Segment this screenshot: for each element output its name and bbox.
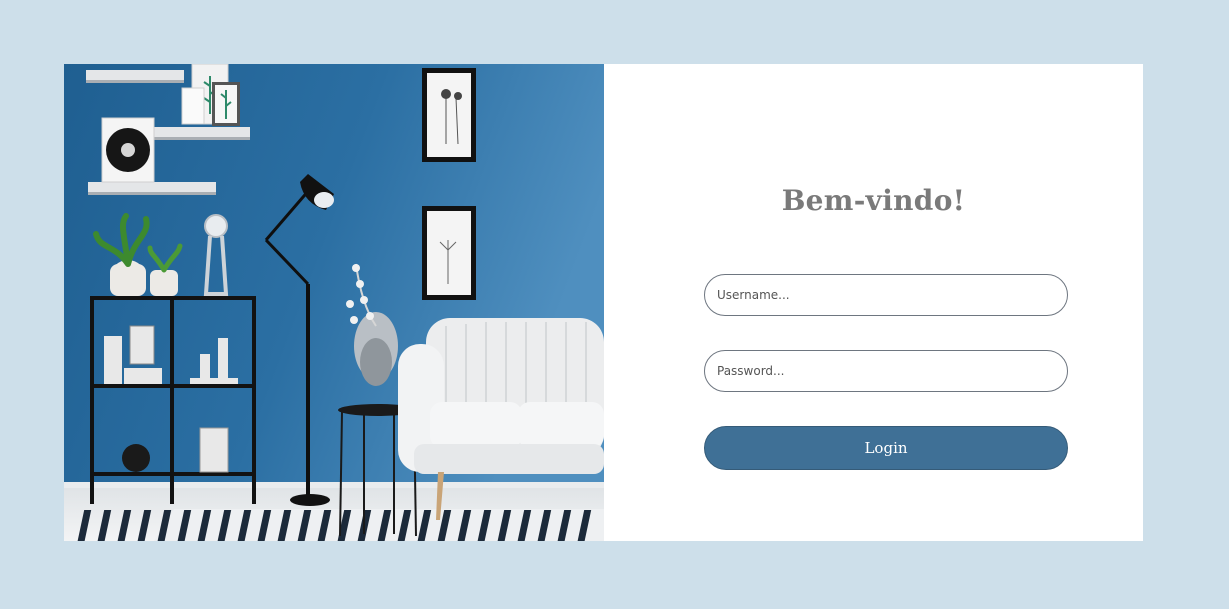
living-room-photo — [64, 64, 604, 541]
login-button[interactable]: Login — [704, 426, 1068, 470]
login-form-panel: Bem-vindo! Login — [604, 64, 1143, 541]
welcome-heading: Bem-vindo! — [781, 184, 966, 217]
password-input[interactable] — [704, 350, 1068, 392]
login-card: Bem-vindo! Login — [64, 64, 1143, 541]
username-input[interactable] — [704, 274, 1068, 316]
